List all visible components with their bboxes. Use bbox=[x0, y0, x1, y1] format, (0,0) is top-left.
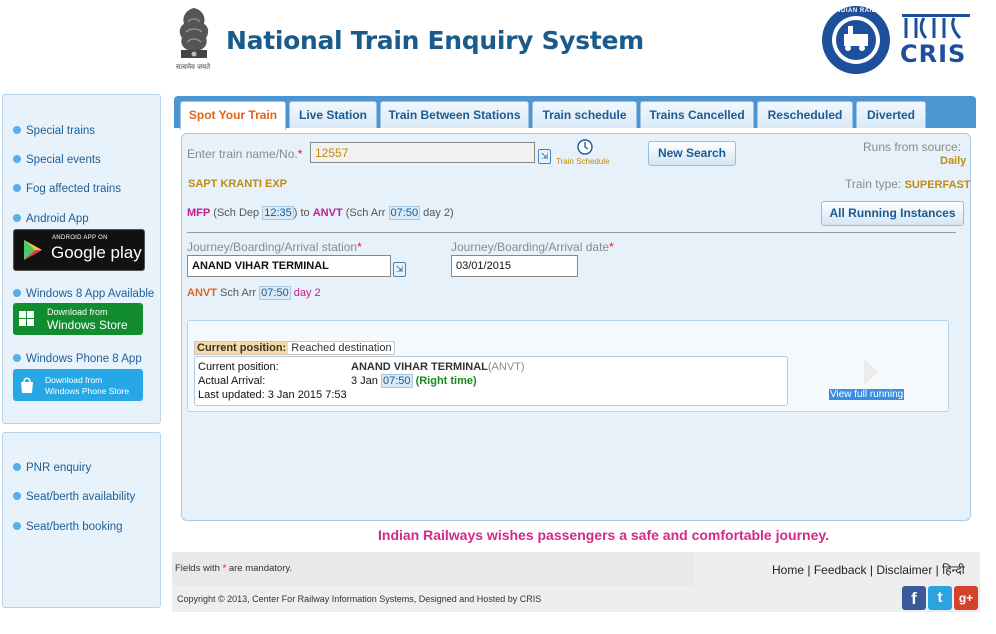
sidebar-item-windows-phone-app[interactable]: Windows Phone 8 App bbox=[13, 353, 142, 365]
sidebar-item-pnr-enquiry[interactable]: PNR enquiry bbox=[13, 462, 91, 474]
train-suggest-arrow-icon[interactable]: ⇲ bbox=[538, 149, 551, 164]
footer-links: Home | Feedback | Disclaimer | हिन्दी bbox=[772, 563, 965, 577]
train-schedule-link[interactable]: Train Schedule bbox=[556, 157, 610, 166]
sidebar-item-android-app[interactable]: Android App bbox=[13, 213, 89, 225]
view-full-running-link[interactable]: View full running bbox=[829, 389, 905, 400]
mandatory-note: Fields with * are mandatory. bbox=[175, 563, 293, 574]
play-arrow-icon[interactable] bbox=[862, 357, 880, 387]
twitter-icon[interactable]: t bbox=[928, 586, 952, 610]
bullet-icon bbox=[13, 125, 21, 134]
bullet-icon bbox=[13, 288, 21, 297]
all-running-instances-button[interactable]: All Running Instances bbox=[821, 201, 964, 226]
bullet-icon bbox=[13, 213, 21, 222]
footer-link-hindi[interactable]: हिन्दी bbox=[942, 563, 965, 577]
train-input-label: Enter train name/No.* bbox=[187, 147, 303, 161]
sidebar-item-seat-availability[interactable]: Seat/berth availability bbox=[13, 491, 135, 503]
sidebar-item-windows8-app[interactable]: Windows 8 App Available bbox=[13, 288, 154, 300]
date-label: Journey/Boarding/Arrival date* bbox=[451, 240, 614, 254]
footer-link-disclaimer[interactable]: Disclaimer bbox=[876, 563, 932, 577]
sidebar-top-panel: Special trains Special events Fog affect… bbox=[2, 94, 161, 424]
copyright: Copyright © 2013, Center For Railway Inf… bbox=[177, 594, 542, 604]
wish-message: Indian Railways wishes passengers a safe… bbox=[378, 527, 830, 543]
station-input[interactable]: ANAND VIHAR TERMINAL bbox=[187, 255, 391, 277]
bullet-icon bbox=[13, 183, 21, 192]
google-play-icon bbox=[24, 240, 42, 260]
store-bag-icon bbox=[21, 377, 33, 393]
footer-link-home[interactable]: Home bbox=[772, 563, 804, 577]
tab-diverted[interactable]: Diverted bbox=[856, 101, 926, 128]
ir-logo-text: INDIAN RAILWAYS bbox=[834, 8, 895, 14]
actual-arrival-value: 3 Jan 07:50 (Right time) bbox=[351, 374, 477, 388]
train-route: MFP (Sch Dep 12:35) to ANVT (Sch Arr 07:… bbox=[187, 206, 454, 220]
tab-live-station[interactable]: Live Station bbox=[289, 101, 377, 128]
facebook-icon[interactable]: f bbox=[902, 586, 926, 610]
station-suggest-arrow-icon[interactable]: ⇲ bbox=[393, 262, 406, 277]
google-plus-icon[interactable]: g+ bbox=[954, 586, 978, 610]
date-input[interactable]: 03/01/2015 bbox=[451, 255, 578, 277]
sidebar-bottom-panel: PNR enquiry Seat/berth availability Seat… bbox=[2, 432, 161, 608]
train-name: SAPT KRANTI EXP bbox=[188, 178, 288, 190]
tab-train-between-stations[interactable]: Train Between Stations bbox=[380, 101, 529, 128]
windows-logo-icon bbox=[19, 311, 34, 326]
runs-from-label: Runs from source: bbox=[863, 140, 962, 154]
bullet-icon bbox=[13, 353, 21, 362]
last-updated: Last updated: 3 Jan 2015 7:53 bbox=[198, 389, 347, 401]
windows-store-badge[interactable]: Download from Windows Store bbox=[13, 303, 143, 335]
tab-train-schedule[interactable]: Train schedule bbox=[532, 101, 637, 128]
indian-railways-logo-icon bbox=[822, 6, 890, 74]
tab-spot-your-train[interactable]: Spot Your Train bbox=[180, 101, 286, 130]
actual-arrival-label: Actual Arrival: bbox=[198, 375, 266, 387]
bullet-icon bbox=[13, 521, 21, 530]
station-label: Journey/Boarding/Arrival station* bbox=[187, 240, 362, 254]
tab-rescheduled[interactable]: Rescheduled bbox=[757, 101, 853, 128]
page-title: National Train Enquiry System bbox=[226, 26, 644, 55]
bullet-icon bbox=[13, 154, 21, 163]
bullet-icon bbox=[13, 462, 21, 471]
page-header: सत्यमेव जयते National Train Enquiry Syst… bbox=[0, 0, 996, 86]
tab-trains-cancelled[interactable]: Trains Cancelled bbox=[640, 101, 754, 128]
train-number-input[interactable]: 12557 bbox=[310, 142, 535, 163]
footer-link-feedback[interactable]: Feedback bbox=[814, 563, 867, 577]
emblem-caption: सत्यमेव जयते bbox=[176, 64, 211, 71]
sidebar-item-seat-booking[interactable]: Seat/berth booking bbox=[13, 521, 123, 533]
sidebar-item-fog-affected-trains[interactable]: Fog affected trains bbox=[13, 183, 121, 195]
sidebar-item-special-trains[interactable]: Special trains bbox=[13, 125, 95, 137]
current-position-value: ANAND VIHAR TERMINAL(ANVT) bbox=[351, 361, 525, 373]
runs-from-value: Daily bbox=[940, 155, 967, 167]
windows-phone-store-badge[interactable]: Download from Windows Phone Store bbox=[13, 369, 143, 401]
sidebar-item-special-events[interactable]: Special events bbox=[13, 154, 101, 166]
new-search-button[interactable]: New Search bbox=[648, 141, 736, 166]
current-position-label: Current position: bbox=[198, 361, 279, 373]
divider bbox=[187, 232, 956, 233]
arrival-info: ANVT Sch Arr 07:50 day 2 bbox=[187, 286, 321, 300]
cris-logo-text: CRIS bbox=[900, 40, 967, 68]
train-type: Train type: SUPERFAST bbox=[845, 177, 971, 191]
status-badge: Current position: Reached destination bbox=[194, 341, 395, 355]
google-play-badge[interactable]: ANDROID APP ON Google play bbox=[13, 229, 145, 271]
train-schedule-clock-icon[interactable] bbox=[576, 138, 596, 156]
bullet-icon bbox=[13, 491, 21, 500]
